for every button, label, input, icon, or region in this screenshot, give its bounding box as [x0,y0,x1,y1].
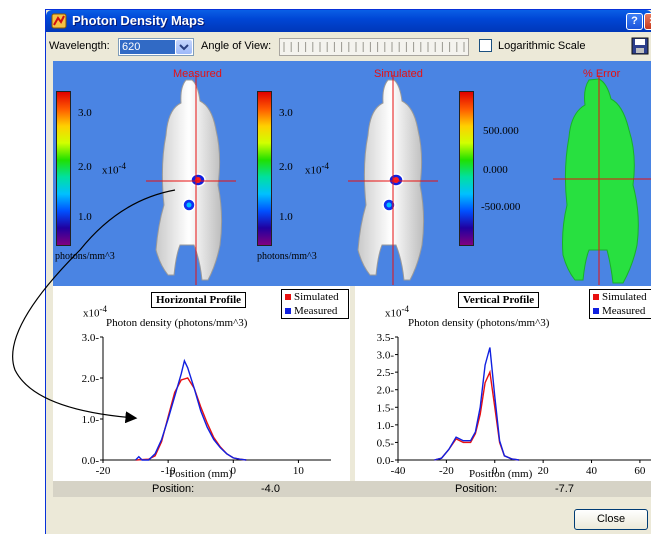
horizontal-profile-chart[interactable]: 0.0-1.0-2.0-3.0--20 -10 0 10 [53,286,350,481]
vertical-position-value: -7.7 [555,483,574,495]
colorbar-tick: 3.0 [279,107,293,119]
series-line-measured [434,347,520,461]
x-tick-label: -20 [439,465,454,477]
window-title: Photon Density Maps [72,13,205,28]
colorbar-exponent: x10-4 [102,161,126,177]
colorbar-tick: 3.0 [78,107,92,119]
colorbar-exponent: x10-4 [305,161,329,177]
wavelength-label: Wavelength: [49,40,110,52]
y-tick-label: 3.0- [82,332,100,344]
colorbar-tick: 0.000 [483,164,508,176]
wavelength-value: 620 [120,40,175,54]
y-tick-label: 2.0- [377,385,395,397]
vertical-xlabel: Position (mm) [469,468,533,480]
photon-density-window: Photon Density Maps ? × Wavelength: 620 … [45,9,651,534]
colorbar-unit: photons/mm^3 [257,251,317,262]
series-line-simulated [434,369,520,461]
vertical-position-label: Position: [455,483,498,495]
angle-of-view-label: Angle of View: [201,40,272,52]
simulated-map-image[interactable] [348,75,438,285]
save-icon[interactable] [631,37,649,55]
title-bar[interactable]: Photon Density Maps ? × [46,10,651,32]
position-readout-row: Position: -4.0 Position: -7.7 [53,481,651,497]
colorbar-tick: -500.000 [481,201,521,213]
wavelength-select[interactable]: 620 [118,38,194,56]
y-tick-label: 1.5- [377,402,395,414]
x-tick-label: 60 [634,465,646,477]
help-icon: ? [631,15,638,27]
slider-ticks [283,42,465,52]
horizontal-position-value: -4.0 [261,483,280,495]
colorbar-tick: 500.000 [483,125,519,137]
y-tick-label: 2.5- [377,367,395,379]
error-map-image[interactable] [553,75,651,285]
y-tick-label: 1.0- [82,414,100,426]
close-icon: × [645,14,651,29]
colorbar-simulated [257,91,272,246]
x-tick-label: -40 [391,465,406,477]
horizontal-position-label: Position: [152,483,195,495]
vertical-profile-chart[interactable]: 0.0-0.5-1.0-1.5-2.0-2.5-3.0-3.5--40 -20 0 2… [355,286,651,481]
colorbar-unit: photons/mm^3 [55,251,115,262]
app-icon [51,13,67,29]
measured-map-image[interactable] [146,75,236,285]
x-tick-label: -20 [96,465,111,477]
y-tick-label: 1.0- [377,420,395,432]
colorbar-tick: 1.0 [78,211,92,223]
colorbar-measured [56,91,71,246]
series-line-simulated [135,377,247,461]
logarithmic-scale-checkbox[interactable] [479,39,492,52]
horizontal-xlabel: Position (mm) [169,468,233,480]
angle-of-view-slider[interactable] [279,38,469,56]
colorbar-error [459,91,474,246]
y-tick-label: 3.5- [377,332,395,344]
logarithmic-scale-label: Logarithmic Scale [498,40,586,52]
colorbar-tick: 2.0 [279,161,293,173]
x-tick-label: 40 [586,465,598,477]
y-tick-label: 3.0- [377,350,395,362]
x-tick-label: 10 [293,465,305,477]
photon-maps-panel: 3.0 2.0 1.0 x10-4 photons/mm^3 3.0 2.0 1… [53,61,651,286]
close-button[interactable]: Close [574,509,648,530]
help-button[interactable]: ? [626,13,643,30]
colorbar-tick: 1.0 [279,211,293,223]
x-tick-label: 20 [538,465,550,477]
y-tick-label: 0.5- [377,437,395,449]
horizontal-profile-plot: Horizontal Profile Simulated Measured x1… [53,286,350,481]
y-tick-label: 2.0- [82,373,100,385]
colorbar-tick: 2.0 [78,161,92,173]
window-close-button[interactable]: × [644,13,651,30]
series-line-measured [135,358,247,461]
dropdown-arrow-icon[interactable] [176,40,192,54]
toolbar: Wavelength: 620 Angle of View: Logarithm… [46,32,651,60]
vertical-profile-plot: Vertical Profile Simulated Measured x10-… [355,286,651,481]
